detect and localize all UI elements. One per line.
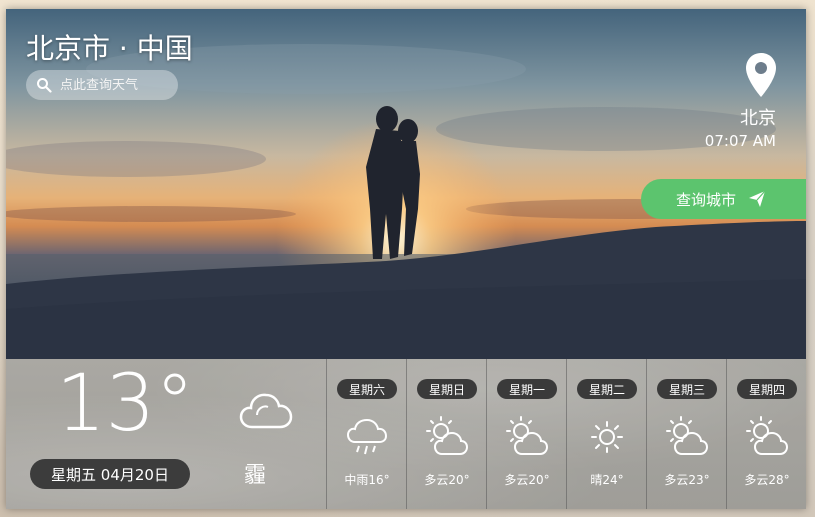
current-condition: 霾	[244, 463, 267, 488]
forecast-day-label: 星期一	[497, 379, 557, 399]
forecast-day-label: 星期三	[657, 379, 717, 399]
forecast-day: 星期日 多云20°	[406, 359, 486, 509]
partly-cloudy-icon	[506, 416, 549, 455]
hero-background: 北京市 · 中国 北京 07:07 AM 查询城市	[6, 9, 806, 359]
send-icon	[749, 190, 766, 207]
forecast-day-label: 星期四	[737, 379, 797, 399]
location-time: 07:07 AM	[704, 132, 776, 150]
current-date: 星期五 04月20日	[30, 459, 190, 489]
forecast-day-text: 晴24°	[590, 473, 624, 487]
forecast-list: 星期六 中雨16° 星期日 多云20° 星期一 多云20° 星期二 晴24° 星…	[326, 359, 806, 509]
forecast-day: 星期一 多云20°	[486, 359, 566, 509]
partly-cloudy-icon	[426, 416, 469, 455]
city-title: 北京市 · 中国	[26, 32, 193, 65]
sunny-icon	[591, 421, 623, 453]
forecast-day-text: 中雨16°	[344, 473, 390, 487]
forecast-day: 星期二 晴24°	[566, 359, 646, 509]
forecast-day: 星期四 多云28°	[726, 359, 806, 509]
forecast-day-label: 星期日	[417, 379, 477, 399]
location-name: 北京	[740, 108, 776, 129]
forecast-day-label: 星期二	[577, 379, 637, 399]
forecast-day-text: 多云20°	[424, 473, 470, 487]
query-city-label: 查询城市	[676, 190, 737, 209]
current-weather: 13° 星期五 04月20日 霾	[6, 359, 326, 509]
weather-card: 北京市 · 中国 北京 07:07 AM 查询城市 13° 星期五 04月20日	[6, 9, 806, 509]
search-icon	[37, 78, 52, 93]
weather-panel: 13° 星期五 04月20日 霾 星期六 中雨16° 星期日 多云20° 星期一…	[6, 359, 806, 509]
forecast-day-text: 多云28°	[744, 473, 790, 487]
haze-cloud-icon	[239, 393, 293, 429]
forecast-day: 星期三 多云23°	[646, 359, 726, 509]
partly-cloudy-icon	[666, 416, 709, 455]
forecast-day-text: 多云20°	[504, 473, 550, 487]
location-pin-icon	[746, 53, 776, 97]
partly-cloudy-icon	[746, 416, 789, 455]
rain-icon	[346, 418, 388, 455]
forecast-day-label: 星期六	[337, 379, 397, 399]
forecast-day-text: 多云23°	[664, 473, 710, 487]
search-input[interactable]	[60, 77, 172, 93]
search-box[interactable]	[26, 70, 178, 100]
current-temperature: 13°	[56, 359, 195, 449]
query-city-button[interactable]: 查询城市	[641, 179, 806, 219]
forecast-day: 星期六 中雨16°	[326, 359, 406, 509]
